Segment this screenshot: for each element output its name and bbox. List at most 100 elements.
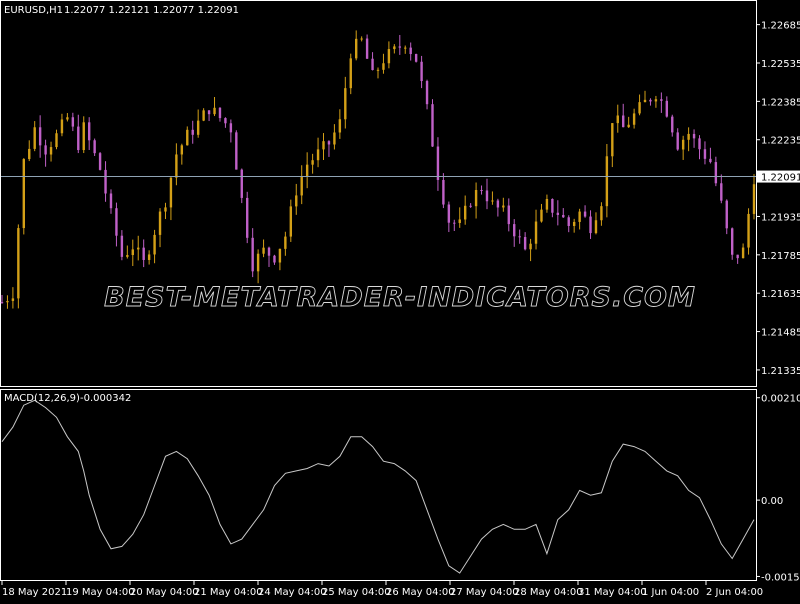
candle-body-67 <box>365 38 369 59</box>
candle-body-34 <box>186 129 189 146</box>
candle-body-3 <box>17 228 20 299</box>
candle-body-104 <box>567 217 570 226</box>
price-tick-7: 1.21485 <box>761 328 800 339</box>
candle-body-97 <box>529 243 532 250</box>
candle-body-28 <box>153 234 156 255</box>
price-pane-frame <box>0 0 757 387</box>
candle-body-95 <box>518 236 521 238</box>
time-tick-5: 25 May 04:00 <box>322 587 391 598</box>
candle-body-56 <box>305 164 309 177</box>
candle-body-114 <box>622 115 625 128</box>
candle-body-125 <box>681 139 685 150</box>
candle-body-136 <box>741 247 745 259</box>
macd-value: -0.000342 <box>80 393 131 404</box>
time-tick-4: 24 May 04:00 <box>258 587 327 598</box>
candle-body-82 <box>447 204 451 223</box>
time-tick-1: 19 May 04:00 <box>66 587 135 598</box>
candle-body-102 <box>556 212 560 215</box>
time-tick-2: 20 May 04:00 <box>130 587 199 598</box>
candle-body-98 <box>534 221 538 244</box>
candle-body-110 <box>600 206 603 221</box>
candle-body-61 <box>333 132 336 145</box>
candle-body-16 <box>87 122 91 141</box>
candle-body-119 <box>649 99 652 102</box>
time-tick-10: 1 Jun 04:00 <box>642 587 699 598</box>
watermark-logo: BEST-METATRADER-INDICATORS.COM <box>104 282 696 313</box>
time-tick-0: 18 May 2021 <box>2 587 67 598</box>
candle-body-9 <box>49 147 53 155</box>
candle-body-50 <box>273 255 276 263</box>
candle-body-60 <box>327 141 331 145</box>
price-tick-1: 1.22535 <box>761 59 800 70</box>
candle-body-74 <box>404 47 407 49</box>
candle-body-123 <box>671 116 674 133</box>
time-tick-11: 2 Jun 04:00 <box>706 587 763 598</box>
candle-body-77 <box>420 61 423 82</box>
candle-body-49 <box>267 247 271 256</box>
candle-body-2 <box>11 298 15 301</box>
candle-body-84 <box>458 219 461 223</box>
candle-body-69 <box>376 69 380 71</box>
candle-body-19 <box>104 169 107 194</box>
chart-window[interactable]: 1.22685 1.22535 1.22385 1.22235 1.21935 1.217… <box>0 0 800 600</box>
candle-body-109 <box>594 220 598 234</box>
candle-body-5 <box>28 148 31 160</box>
candle-body-86 <box>469 205 472 207</box>
candle-body-75 <box>409 47 412 55</box>
candle-body-30 <box>164 207 167 212</box>
chart-canvas[interactable]: 1.22685 1.22535 1.22385 1.22235 1.21935 1.217… <box>0 0 800 600</box>
candle-body-128 <box>698 138 701 150</box>
price-tick-4: 1.21935 <box>761 212 800 223</box>
macd-tick-1: 0.00 <box>761 496 783 507</box>
candle-body-72 <box>393 46 396 50</box>
candle-body-44 <box>240 169 243 198</box>
candle-body-120 <box>654 99 658 102</box>
candle-body-99 <box>540 209 543 222</box>
current-price-label: 1.22091 <box>761 173 800 184</box>
candle-body-134 <box>731 228 734 255</box>
time-tick-3: 21 May 04:00 <box>194 587 263 598</box>
candle-body-126 <box>687 133 690 140</box>
time-tick-6: 26 May 04:00 <box>386 587 455 598</box>
candle-body-57 <box>311 160 314 165</box>
candle-body-65 <box>355 38 358 59</box>
candle-body-93 <box>507 205 510 225</box>
candle-body-138 <box>752 184 756 214</box>
candle-body-105 <box>572 221 576 226</box>
candle-body-51 <box>278 248 282 263</box>
indicator-pane-frame <box>0 389 757 581</box>
candle-body-36 <box>196 120 200 135</box>
price-tick-8: 1.21335 <box>761 366 800 377</box>
time-tick-9: 31 May 04:00 <box>578 587 647 598</box>
candle-body-58 <box>316 149 320 161</box>
candle-body-45 <box>246 197 249 238</box>
candle-body-4 <box>22 159 25 229</box>
candle-body-79 <box>431 104 434 147</box>
candle-body-94 <box>513 224 516 237</box>
candle-body-66 <box>360 38 363 40</box>
candle-body-90 <box>491 200 494 202</box>
candle-body-18 <box>98 153 102 170</box>
candle-body-127 <box>692 133 696 139</box>
candle-body-17 <box>93 140 96 154</box>
candle-body-87 <box>474 190 478 207</box>
price-tick-2: 1.22385 <box>761 97 800 108</box>
candle-body-37 <box>202 110 205 121</box>
candle-body-107 <box>583 211 587 217</box>
candle-body-12 <box>66 117 69 120</box>
candle-body-15 <box>82 122 85 151</box>
candle-body-43 <box>235 132 238 170</box>
candle-body-64 <box>349 58 352 89</box>
time-tick-8: 28 May 04:00 <box>514 587 583 598</box>
candle-body-23 <box>126 255 129 257</box>
price-tick-0: 1.22685 <box>761 21 800 32</box>
candle-body-21 <box>115 208 118 236</box>
candle-body-71 <box>387 49 391 64</box>
candle-body-22 <box>120 235 124 257</box>
candle-body-88 <box>480 190 483 192</box>
candle-body-52 <box>284 236 287 249</box>
candle-body-122 <box>665 100 669 117</box>
candle-body-20 <box>109 193 113 209</box>
candle-body-113 <box>616 115 619 124</box>
candle-body-101 <box>551 198 554 213</box>
